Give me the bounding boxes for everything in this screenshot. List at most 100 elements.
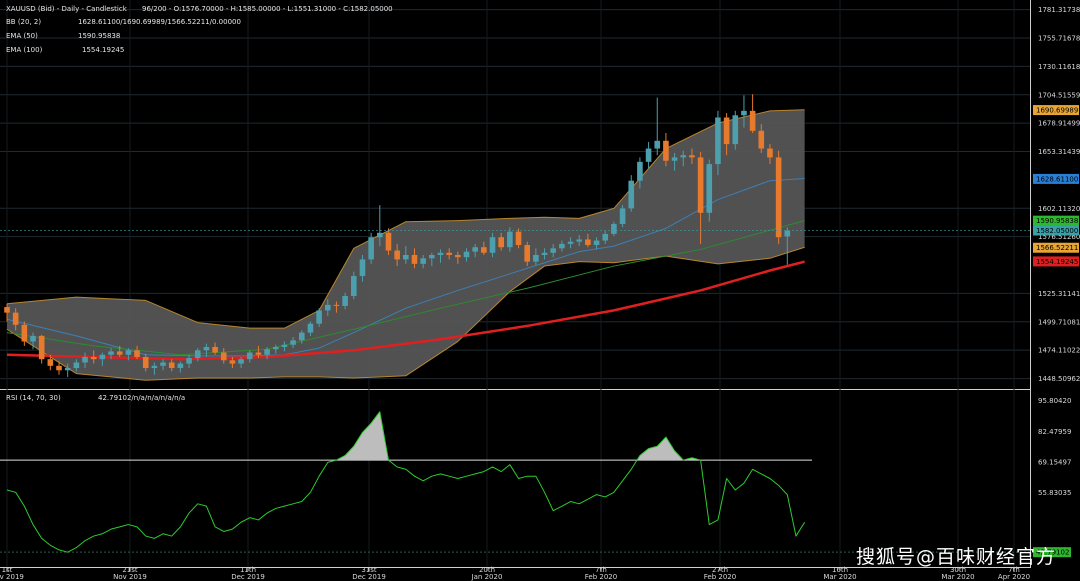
- candle-body: [281, 344, 288, 347]
- candle-body: [73, 362, 80, 369]
- candle-body: [654, 140, 661, 149]
- candle-body: [64, 368, 71, 371]
- ema50-value: 1590.95838: [78, 32, 121, 40]
- candle-body: [377, 232, 383, 238]
- candle-body: [142, 356, 149, 369]
- candle-body: [611, 223, 617, 234]
- candle-body: [697, 157, 704, 213]
- candle-body: [342, 295, 348, 306]
- candle-body: [749, 110, 756, 131]
- candle-body: [481, 247, 487, 253]
- candle-body: [567, 241, 574, 244]
- candle-body: [507, 231, 513, 248]
- price-badge-text: 1582.05000: [1036, 227, 1078, 235]
- candle-body: [671, 157, 678, 161]
- candle-body: [203, 346, 210, 351]
- candle-body: [602, 233, 609, 241]
- price-tick-label: 1653.31439: [1038, 148, 1080, 156]
- candle-body: [21, 324, 28, 342]
- ema100-value: 1554.19245: [82, 46, 125, 54]
- ohlc-values: 96/200 - O:1576.70000 - H:1585.00000 - L…: [142, 5, 393, 13]
- candle-body: [359, 259, 366, 277]
- candle-body: [706, 164, 713, 213]
- chart-canvas: 1781.31738 1755.71678 1730.11618 1704.51559…: [0, 0, 1080, 581]
- candle-body: [394, 250, 400, 260]
- x-tick-month: Mar 2020: [941, 573, 974, 581]
- candle-body: [47, 359, 54, 366]
- x-tick-month: Apr 2020: [998, 573, 1030, 581]
- candle-body: [723, 117, 730, 145]
- candle-body: [680, 155, 687, 158]
- candle-body: [403, 254, 409, 260]
- price-badge-text: 1566.52211: [1036, 244, 1078, 252]
- candle-body: [238, 359, 244, 364]
- x-tick-month: Jan 2020: [471, 573, 503, 581]
- rsi-tick-label: 82.47959: [1038, 428, 1071, 436]
- x-tick-month: Feb 2020: [585, 573, 617, 581]
- candle-body: [628, 180, 635, 209]
- price-tick-label: 1678.91499: [1038, 120, 1080, 128]
- candle-body: [333, 304, 340, 306]
- candle-body: [437, 252, 444, 255]
- candle-body: [550, 248, 557, 253]
- candle-body: [741, 110, 747, 116]
- candle-body: [368, 237, 374, 260]
- background: [0, 0, 1080, 581]
- instrument-header: XAUUSD (Bid) - Daily - Candlestick: [6, 6, 127, 13]
- bb-value: 1628.61100/1690.69989/1566.52211/0.00000: [78, 18, 241, 26]
- candle-body: [732, 115, 739, 145]
- candle-body: [775, 157, 782, 238]
- candle-body: [411, 254, 418, 264]
- candle-body: [99, 354, 106, 360]
- candle-body: [472, 247, 478, 252]
- candle-body: [307, 323, 314, 333]
- price-tick-label: 1602.11320: [1038, 205, 1080, 213]
- candle-body: [637, 161, 643, 181]
- candle-body: [767, 148, 773, 158]
- candle-body: [689, 155, 695, 158]
- price-tick-label: 1474.11022: [1038, 347, 1080, 355]
- candle-body: [429, 254, 435, 259]
- candle-body: [784, 230, 791, 237]
- candle-body: [220, 352, 227, 361]
- candle-body: [455, 254, 461, 258]
- candle-body: [663, 140, 669, 161]
- price-tick-label: 1781.31738: [1038, 6, 1080, 14]
- candle-body: [160, 362, 166, 366]
- rsi-tick-label: 95.80420: [1038, 397, 1071, 405]
- candle-body: [4, 307, 10, 313]
- rsi-tick-label: 55.83035: [1038, 489, 1071, 497]
- watermark-text: 搜狐号@百味财经官方: [855, 546, 1056, 568]
- x-tick-month: Nov 2019: [113, 573, 147, 581]
- candle-body: [151, 365, 158, 369]
- candle-body: [645, 148, 652, 162]
- candle-body: [38, 335, 45, 360]
- candle-body: [446, 252, 452, 255]
- candle-body: [264, 349, 270, 355]
- candle-body: [524, 244, 530, 262]
- candle-body: [298, 332, 305, 341]
- candle-body: [715, 117, 721, 165]
- candle-body: [576, 239, 583, 242]
- candle-body: [177, 363, 184, 369]
- candle-body: [194, 350, 201, 359]
- instrument-symbol: XAUUSD (Bid) - Daily - Candlestick: [6, 5, 127, 13]
- rsi-tick-label: 69.15497: [1038, 459, 1071, 467]
- candle-body: [324, 304, 331, 311]
- rsi-label: RSI (14, 70, 30): [6, 394, 61, 402]
- candle-body: [246, 352, 253, 360]
- candle-body: [463, 251, 470, 258]
- price-badge-text: 1590.95838: [1036, 217, 1078, 225]
- candle-body: [515, 231, 522, 245]
- ema50-label: EMA (50): [6, 32, 38, 40]
- candle-body: [541, 252, 548, 255]
- candle-body: [56, 365, 62, 371]
- candle-body: [82, 356, 88, 363]
- x-tick-month: Dec 2019: [352, 573, 386, 581]
- candle-body: [385, 232, 392, 251]
- x-tick-month: Dec 2019: [231, 573, 265, 581]
- candle-body: [134, 350, 140, 357]
- x-tick-month: Feb 2020: [704, 573, 736, 581]
- price-tick-label: 1499.71081: [1038, 318, 1080, 326]
- candle-body: [593, 240, 600, 245]
